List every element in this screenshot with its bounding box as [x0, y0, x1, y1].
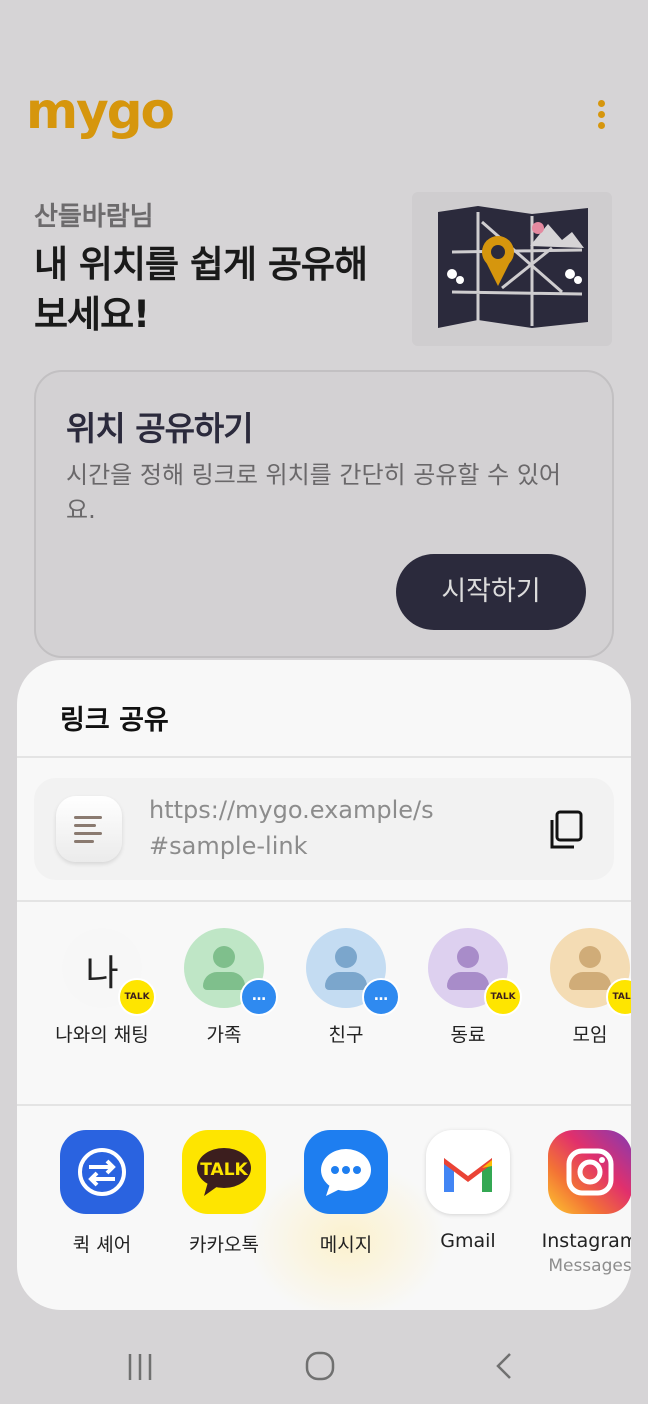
contact-label: 가족 — [206, 1024, 242, 1046]
contact-friend[interactable]: … 친구 — [285, 928, 407, 1047]
kakaotalk-badge-icon: TALK — [118, 978, 156, 1016]
contact-group[interactable]: TALK 모임 — [529, 928, 631, 1047]
app-label: Instagram — [541, 1230, 631, 1252]
copy-icon[interactable] — [548, 810, 584, 850]
avatar: TALK — [550, 928, 631, 1016]
more-options-icon[interactable] — [594, 100, 608, 132]
divider — [17, 900, 631, 902]
divider — [17, 1104, 631, 1106]
contact-label: 동료 — [450, 1024, 486, 1046]
document-icon — [56, 796, 122, 862]
kakaotalk-badge-icon: TALK — [484, 978, 522, 1016]
contact-label: 모임 — [572, 1024, 608, 1046]
avatar: … — [306, 928, 400, 1016]
avatar: 나 TALK — [62, 928, 156, 1016]
kakaotalk-badge-icon: TALK — [606, 978, 631, 1016]
kakaotalk-icon-text: TALK — [200, 1160, 248, 1180]
app-quick-share[interactable]: 퀵 셰어 — [41, 1130, 163, 1257]
back-icon[interactable] — [484, 1346, 524, 1386]
contact-label: 나와의 채팅 — [55, 1024, 149, 1046]
share-sheet: 링크 공유 https://mygo.example/s#sample-link… — [17, 660, 631, 1310]
start-button[interactable]: 시작하기 — [396, 554, 586, 630]
app-sublabel: Messages — [548, 1256, 631, 1276]
link-preview: https://mygo.example/s#sample-link — [34, 778, 614, 880]
app-label: 퀵 셰어 — [72, 1234, 132, 1256]
location-share-card: 위치 공유하기 시간을 정해 링크로 위치를 간단히 공유할 수 있어요. 시작… — [34, 370, 614, 658]
mygo-logo: mygo — [26, 82, 175, 140]
quick-share-icon — [60, 1130, 144, 1214]
instagram-icon — [548, 1130, 631, 1214]
app-gmail[interactable]: Gmail — [407, 1130, 529, 1252]
card-description: 시간을 정해 링크로 위치를 간단히 공유할 수 있어요. — [66, 461, 562, 524]
avatar: … — [184, 928, 278, 1016]
greeting-title: 내 위치를 쉽게 공유해보세요! — [34, 243, 368, 336]
app-instagram-messages[interactable]: Instagram Messages — [529, 1130, 631, 1276]
home-icon[interactable] — [300, 1346, 340, 1386]
card-title: 위치 공유하기 — [66, 409, 254, 448]
kakaotalk-icon: TALK — [182, 1130, 266, 1214]
contact-coworker[interactable]: TALK 동료 — [407, 928, 529, 1047]
app-label: 메시지 — [319, 1234, 373, 1256]
contact-family[interactable]: … 가족 — [163, 928, 285, 1047]
app-label: 카카오톡 — [189, 1234, 259, 1256]
avatar: TALK — [428, 928, 522, 1016]
messages-badge-icon: … — [240, 978, 278, 1016]
divider — [17, 756, 631, 758]
app-messages[interactable]: 메시지 — [285, 1130, 407, 1257]
messages-badge-icon: … — [362, 978, 400, 1016]
greeting-name: 산들바람님 — [34, 202, 154, 232]
recent-apps-icon[interactable] — [120, 1346, 160, 1386]
gmail-icon — [426, 1130, 510, 1214]
app-kakaotalk[interactable]: TALK 카카오톡 — [163, 1130, 285, 1257]
messages-icon — [304, 1130, 388, 1214]
contact-label: 친구 — [328, 1024, 364, 1046]
system-navigation-bar — [0, 1318, 648, 1404]
contact-self-chat[interactable]: 나 TALK 나와의 채팅 — [41, 928, 163, 1047]
share-sheet-title: 링크 공유 — [60, 705, 169, 736]
app-label: Gmail — [440, 1230, 496, 1252]
map-illustration — [412, 192, 612, 346]
link-url: https://mygo.example/s#sample-link — [149, 796, 434, 860]
